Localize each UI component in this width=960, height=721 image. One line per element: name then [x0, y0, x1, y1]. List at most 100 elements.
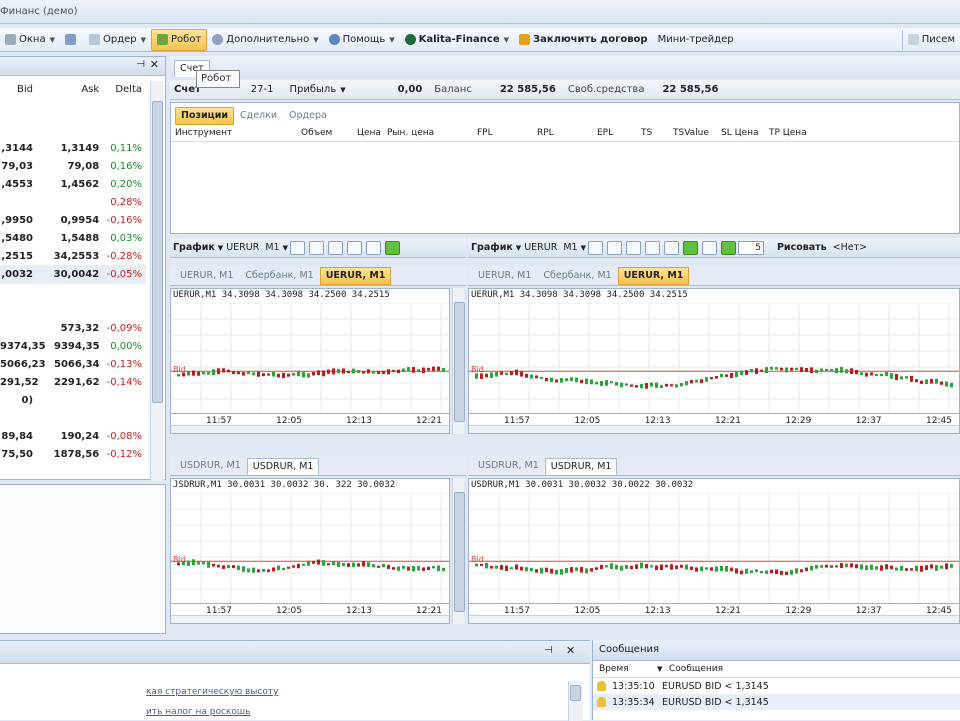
quote-row[interactable]: ,3144 1,3149 0,11% — [0, 139, 146, 158]
brush-icon[interactable] — [365, 240, 381, 255]
draw-tool-select[interactable]: <Нет> — [830, 242, 870, 253]
col-position[interactable]: FPL — [477, 125, 537, 141]
col-position[interactable]: Инструмент — [175, 125, 301, 141]
candlestick-chart[interactable] — [469, 493, 959, 603]
tab-chart-active[interactable]: UERUR, M1 — [617, 267, 690, 285]
autoscroll-icon[interactable] — [682, 240, 698, 255]
candlestick-chart[interactable] — [171, 493, 449, 603]
chart-scrollbar[interactable] — [452, 288, 465, 434]
tab-chart[interactable]: USDRUR, M1 — [472, 457, 545, 475]
chart-hscrollbar[interactable] — [469, 425, 959, 433]
bar-count-input[interactable]: 5 — [737, 240, 764, 255]
chart-pane-bottom-left[interactable]: JSDRUR,M1 30.0031 30.0032 30. 322 30.003… — [170, 478, 450, 624]
menu-windows[interactable]: Окна ▼ — [0, 30, 60, 50]
menu-order[interactable]: Ордер ▼ — [84, 30, 151, 50]
col-position[interactable]: Цена — [357, 125, 387, 141]
quote-row[interactable]: 0) — [0, 391, 146, 410]
col-position[interactable]: Рын. цена — [387, 125, 477, 141]
menu-extra[interactable]: Дополнительно ▼ — [207, 30, 323, 50]
quote-row[interactable]: 573,32 -0,09% — [0, 319, 146, 338]
draw-menu[interactable]: Рисовать — [774, 242, 830, 253]
tab-chart-active[interactable]: UERUR, M1 — [319, 267, 392, 285]
timeframe-select[interactable]: M1 — [560, 242, 580, 253]
pin-icon[interactable]: ⊣ — [136, 59, 145, 70]
chart-pane-top-right[interactable]: UERUR,M1 34.3098 34.3098 34.2500 34.2515… — [468, 288, 960, 434]
symbol-select[interactable]: UERUR — [223, 242, 262, 253]
crosshair-icon[interactable] — [289, 240, 305, 255]
chart-pane-top-left[interactable]: UERUR,M1 34.3098 34.3098 34.2500 34.2515… — [170, 288, 450, 434]
close-icon[interactable]: ✕ — [150, 58, 159, 71]
crosshair-icon[interactable] — [587, 240, 603, 255]
symbol-select[interactable]: UERUR — [521, 242, 560, 253]
quote-row[interactable]: 75,50 1878,56 -0,12% — [0, 445, 146, 464]
menu-kalita[interactable]: Kalita-Finance ▼ — [400, 30, 514, 50]
col-position[interactable]: SL Цена — [721, 125, 769, 141]
menu-help[interactable]: Помощь ▼ — [324, 30, 400, 50]
chart-scrollbar[interactable] — [452, 478, 465, 624]
col-position[interactable]: TP Цена — [769, 125, 819, 141]
pin-icon[interactable]: ⊣ — [544, 645, 553, 656]
quote-row[interactable] — [0, 409, 146, 428]
chart-type-icon[interactable] — [606, 240, 622, 255]
candlestick-chart[interactable] — [469, 303, 959, 413]
tab-chart[interactable]: Сбербанк, M1 — [537, 267, 617, 285]
quote-row[interactable]: ,4553 1,4562 0,20% — [0, 175, 146, 194]
news-scrollbar[interactable] — [568, 681, 583, 721]
col-position[interactable]: Объем — [301, 125, 357, 141]
chart-hscrollbar[interactable] — [171, 615, 449, 623]
news-link-2[interactable]: ить налог на роскошь — [146, 707, 250, 717]
menu-mini-trader[interactable]: Мини-трейдер — [653, 30, 739, 50]
message-row[interactable]: 13:35:34 EURUSD BID < 1,3145 — [593, 694, 960, 710]
col-position[interactable]: RPL — [537, 125, 597, 141]
quotes-scrollbar[interactable] — [150, 81, 164, 481]
quote-row[interactable] — [0, 301, 146, 320]
account-number[interactable]: 27-1 — [251, 84, 274, 95]
pencil-icon[interactable] — [644, 240, 660, 255]
tab-chart[interactable]: USDRUR, M1 — [174, 457, 247, 475]
col-position[interactable]: EPL — [597, 125, 641, 141]
profit-dropdown[interactable]: Прибыль — [290, 84, 337, 95]
menu-robot[interactable]: Робот — [151, 28, 208, 51]
chart-menu[interactable]: График — [170, 242, 218, 253]
tab-chart[interactable]: UERUR, M1 — [472, 267, 537, 285]
tab-chart-active[interactable]: USDRUR, M1 — [246, 458, 320, 475]
tab-deals[interactable]: Сделки — [234, 107, 283, 125]
grid-icon[interactable] — [720, 240, 736, 255]
layout-button[interactable] — [60, 30, 84, 50]
chart-type-icon[interactable] — [308, 240, 324, 255]
news-link-1[interactable]: кая стратегическую высоту — [146, 687, 278, 697]
zoom-icon[interactable] — [701, 240, 717, 255]
message-row[interactable]: 13:35:10 EURUSD BID < 1,3145 — [593, 678, 960, 694]
brush-icon[interactable] — [663, 240, 679, 255]
quote-row[interactable] — [0, 283, 146, 302]
timeframe-select[interactable]: M1 — [262, 242, 282, 253]
autoscroll-icon[interactable] — [384, 240, 400, 255]
scroll-thumb[interactable] — [152, 101, 163, 403]
quote-row[interactable]: 89,84 190,24 -0,08% — [0, 427, 146, 446]
quote-row[interactable]: 79,03 79,08 0,16% — [0, 157, 146, 176]
menu-contract[interactable]: Заключить договор — [514, 30, 653, 50]
chart-hscrollbar[interactable] — [171, 425, 449, 433]
scroll-thumb[interactable] — [570, 685, 581, 701]
col-position[interactable]: TS — [641, 125, 673, 141]
indicators-icon[interactable] — [327, 240, 343, 255]
chart-pane-bottom-right[interactable]: USDRUR,M1 30.0031 30.0032 30.0022 30.003… — [468, 478, 960, 624]
candlestick-chart[interactable] — [171, 303, 449, 413]
quote-row[interactable] — [0, 463, 146, 482]
quote-row[interactable]: 9374,35 9394,35 0,00% — [0, 337, 146, 356]
tab-chart[interactable]: Сбербанк, M1 — [239, 267, 319, 285]
quote-row[interactable]: ,2515 34,2553 -0,28% — [0, 247, 146, 266]
pencil-icon[interactable] — [346, 240, 362, 255]
chart-hscrollbar[interactable] — [469, 615, 959, 623]
tab-orders[interactable]: Ордера — [283, 107, 333, 125]
indicators-icon[interactable] — [625, 240, 641, 255]
quote-row[interactable]: 5066,23 5066,34 -0,13% — [0, 355, 146, 374]
close-icon[interactable]: ✕ — [566, 644, 575, 657]
quote-row[interactable]: 291,52 2291,62 -0,14% — [0, 373, 146, 392]
tab-chart-active[interactable]: USDRUR, M1 — [544, 458, 618, 475]
quote-row[interactable]: 0,28% — [0, 193, 146, 212]
col-position[interactable]: TSValue — [673, 125, 721, 141]
menu-letters[interactable]: Писем — [901, 29, 960, 50]
quote-row[interactable]: ,5480 1,5488 0,03% — [0, 229, 146, 248]
quote-row[interactable]: ,9950 0,9954 -0,16% — [0, 211, 146, 230]
